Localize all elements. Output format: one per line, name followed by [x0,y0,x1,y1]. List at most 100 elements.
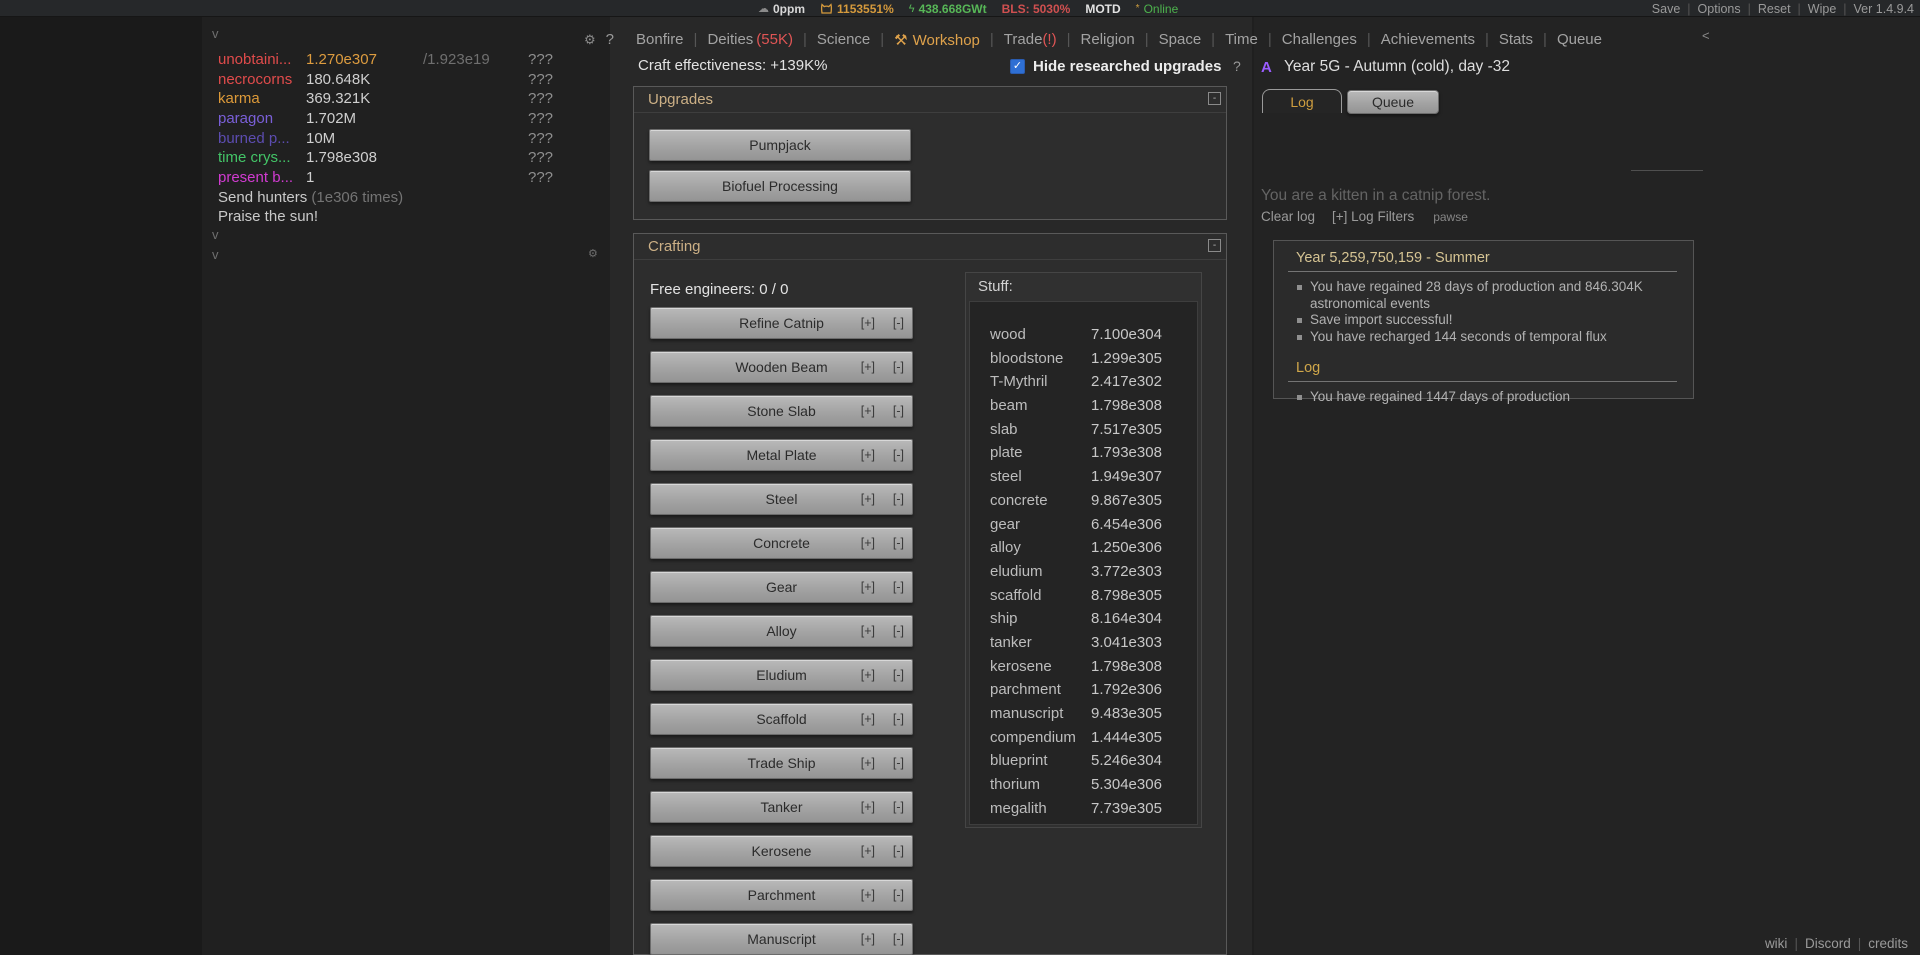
craft-button-wooden-beam[interactable]: Wooden Beam [+] [-] [650,351,913,383]
tab-log[interactable]: Log [1262,89,1342,113]
craft-button-manuscript[interactable]: Manuscript [+] [-] [650,923,913,955]
craft-plus-button[interactable]: [+] [861,316,875,330]
craft-button-gear[interactable]: Gear [+] [-] [650,571,913,603]
craft-minus-button[interactable]: [-] [893,932,904,946]
hide-researched-help-icon[interactable]: ? [1233,58,1241,74]
tab-workshop[interactable]: ⚒Workshop [884,31,990,49]
left-margin-region [0,17,202,955]
tab-bonfire[interactable]: Bonfire [626,31,694,48]
section-collapse-toggle[interactable]: v [212,248,219,261]
craft-minus-button[interactable]: [-] [893,888,904,902]
clear-log-link[interactable]: Clear log [1261,209,1315,224]
crafting-collapse-button[interactable]: - [1208,239,1221,252]
craft-plus-button[interactable]: [+] [861,404,875,418]
options-link[interactable]: Options [1698,2,1741,16]
craft-plus-button[interactable]: [+] [861,712,875,726]
craft-button-parchment[interactable]: Parchment [+] [-] [650,879,913,911]
craft-plus-button[interactable]: [+] [861,668,875,682]
praise-the-sun-link[interactable]: Praise the sun! [218,207,318,227]
craft-minus-button[interactable]: [-] [893,536,904,550]
tab-trade[interactable]: Trade(!) [994,31,1067,48]
tab-science[interactable]: Science [807,31,880,48]
log-entry: You have regained 28 days of production … [1288,279,1677,312]
settings-gear-icon[interactable]: ⚙ [588,247,598,260]
craft-minus-button[interactable]: [-] [893,360,904,374]
tab-stats[interactable]: Stats [1489,31,1543,48]
craft-button-trade-ship[interactable]: Trade Ship [+] [-] [650,747,913,779]
motd-link[interactable]: MOTD [1085,2,1120,16]
craft-button-alloy[interactable]: Alloy [+] [-] [650,615,913,647]
craft-plus-button[interactable]: [+] [861,932,875,946]
hide-researched-label[interactable]: Hide researched upgrades [1033,58,1221,75]
craft-minus-button[interactable]: [-] [893,404,904,418]
craft-button-metal-plate[interactable]: Metal Plate [+] [-] [650,439,913,471]
deities-badge: (55K) [756,31,793,48]
wiki-link[interactable]: wiki [1765,936,1788,951]
resource-collapse-toggle[interactable]: v [212,27,219,40]
stuff-row: manuscript9.483e305 [970,702,1197,726]
resource-row-present-box: present b... 1 ??? [218,168,638,188]
craft-button-steel[interactable]: Steel [+] [-] [650,483,913,515]
section-collapse-toggle[interactable]: v [212,228,219,241]
craft-plus-button[interactable]: [+] [861,844,875,858]
craft-plus-button[interactable]: [+] [861,492,875,506]
craft-minus-button[interactable]: [-] [893,668,904,682]
log-filters-link[interactable]: [+] Log Filters [1332,209,1414,224]
tab-help-icon[interactable]: ? [606,31,614,48]
tab-space[interactable]: Space [1149,31,1212,48]
craft-minus-button[interactable]: [-] [893,316,904,330]
tab-religion[interactable]: Religion [1071,31,1145,48]
craft-plus-button[interactable]: [+] [861,536,875,550]
tab-time[interactable]: Time [1215,31,1268,48]
tab-deities[interactable]: Deities(55K) [697,31,803,48]
craft-minus-button[interactable]: [-] [893,756,904,770]
craft-button-refine-catnip[interactable]: Refine Catnip [+] [-] [650,307,913,339]
wipe-link[interactable]: Wipe [1808,2,1836,16]
stuff-row: scaffold8.798e305 [970,584,1197,608]
log-section-title: Log [1288,360,1677,382]
craft-minus-button[interactable]: [-] [893,712,904,726]
online-indicator[interactable]: * Online [1136,2,1179,16]
craft-minus-button[interactable]: [-] [893,448,904,462]
stuff-row: beam1.798e308 [970,394,1197,418]
top-menu: Save | Options | Reset | Wipe | Ver 1.4.… [1652,0,1914,17]
craft-plus-button[interactable]: [+] [861,800,875,814]
craft-plus-button[interactable]: [+] [861,448,875,462]
hide-researched-checkbox[interactable]: ✓ [1010,59,1025,74]
craft-button-kerosene[interactable]: Kerosene [+] [-] [650,835,913,867]
pawse-link[interactable]: pawse [1433,210,1468,224]
credits-link[interactable]: credits [1868,936,1908,951]
upgrade-button-biofuel-processing[interactable]: Biofuel Processing [649,170,911,202]
upgrade-button-pumpjack[interactable]: Pumpjack [649,129,911,161]
lightning-icon: ϟ [909,3,915,15]
right-column-collapse-toggle[interactable]: < [1702,28,1710,43]
craft-minus-button[interactable]: [-] [893,624,904,638]
craft-minus-button[interactable]: [-] [893,844,904,858]
tab-challenges[interactable]: Challenges [1272,31,1367,48]
craft-button-tanker[interactable]: Tanker [+] [-] [650,791,913,823]
craft-plus-button[interactable]: [+] [861,624,875,638]
craft-plus-button[interactable]: [+] [861,756,875,770]
craft-minus-button[interactable]: [-] [893,580,904,594]
craft-plus-button[interactable]: [+] [861,580,875,594]
upgrades-collapse-button[interactable]: - [1208,92,1221,105]
save-link[interactable]: Save [1652,2,1681,16]
craft-button-eludium[interactable]: Eludium [+] [-] [650,659,913,691]
craft-button-scaffold[interactable]: Scaffold [+] [-] [650,703,913,735]
bls-indicator: BLS: 5030% [1002,2,1071,16]
craft-plus-button[interactable]: [+] [861,360,875,374]
game-log: Year 5,259,750,159 - Summer You have reg… [1273,240,1694,399]
reset-link[interactable]: Reset [1758,2,1791,16]
tab-queue-button[interactable]: Queue [1347,90,1439,114]
craft-minus-button[interactable]: [-] [893,800,904,814]
top-status-bar: ☁ 0ppm 1153551% ϟ 438.668GWt BLS: 5030% … [0,0,1920,17]
craft-plus-button[interactable]: [+] [861,888,875,902]
tab-gear-icon[interactable]: ⚙ [584,32,596,48]
discord-link[interactable]: Discord [1805,936,1851,951]
send-hunters-link[interactable]: Send hunters (1e306 times) [218,188,403,208]
craft-button-concrete[interactable]: Concrete [+] [-] [650,527,913,559]
craft-button-stone-slab[interactable]: Stone Slab [+] [-] [650,395,913,427]
tab-queue[interactable]: Queue [1547,31,1612,48]
tab-achievements[interactable]: Achievements [1371,31,1485,48]
craft-minus-button[interactable]: [-] [893,492,904,506]
